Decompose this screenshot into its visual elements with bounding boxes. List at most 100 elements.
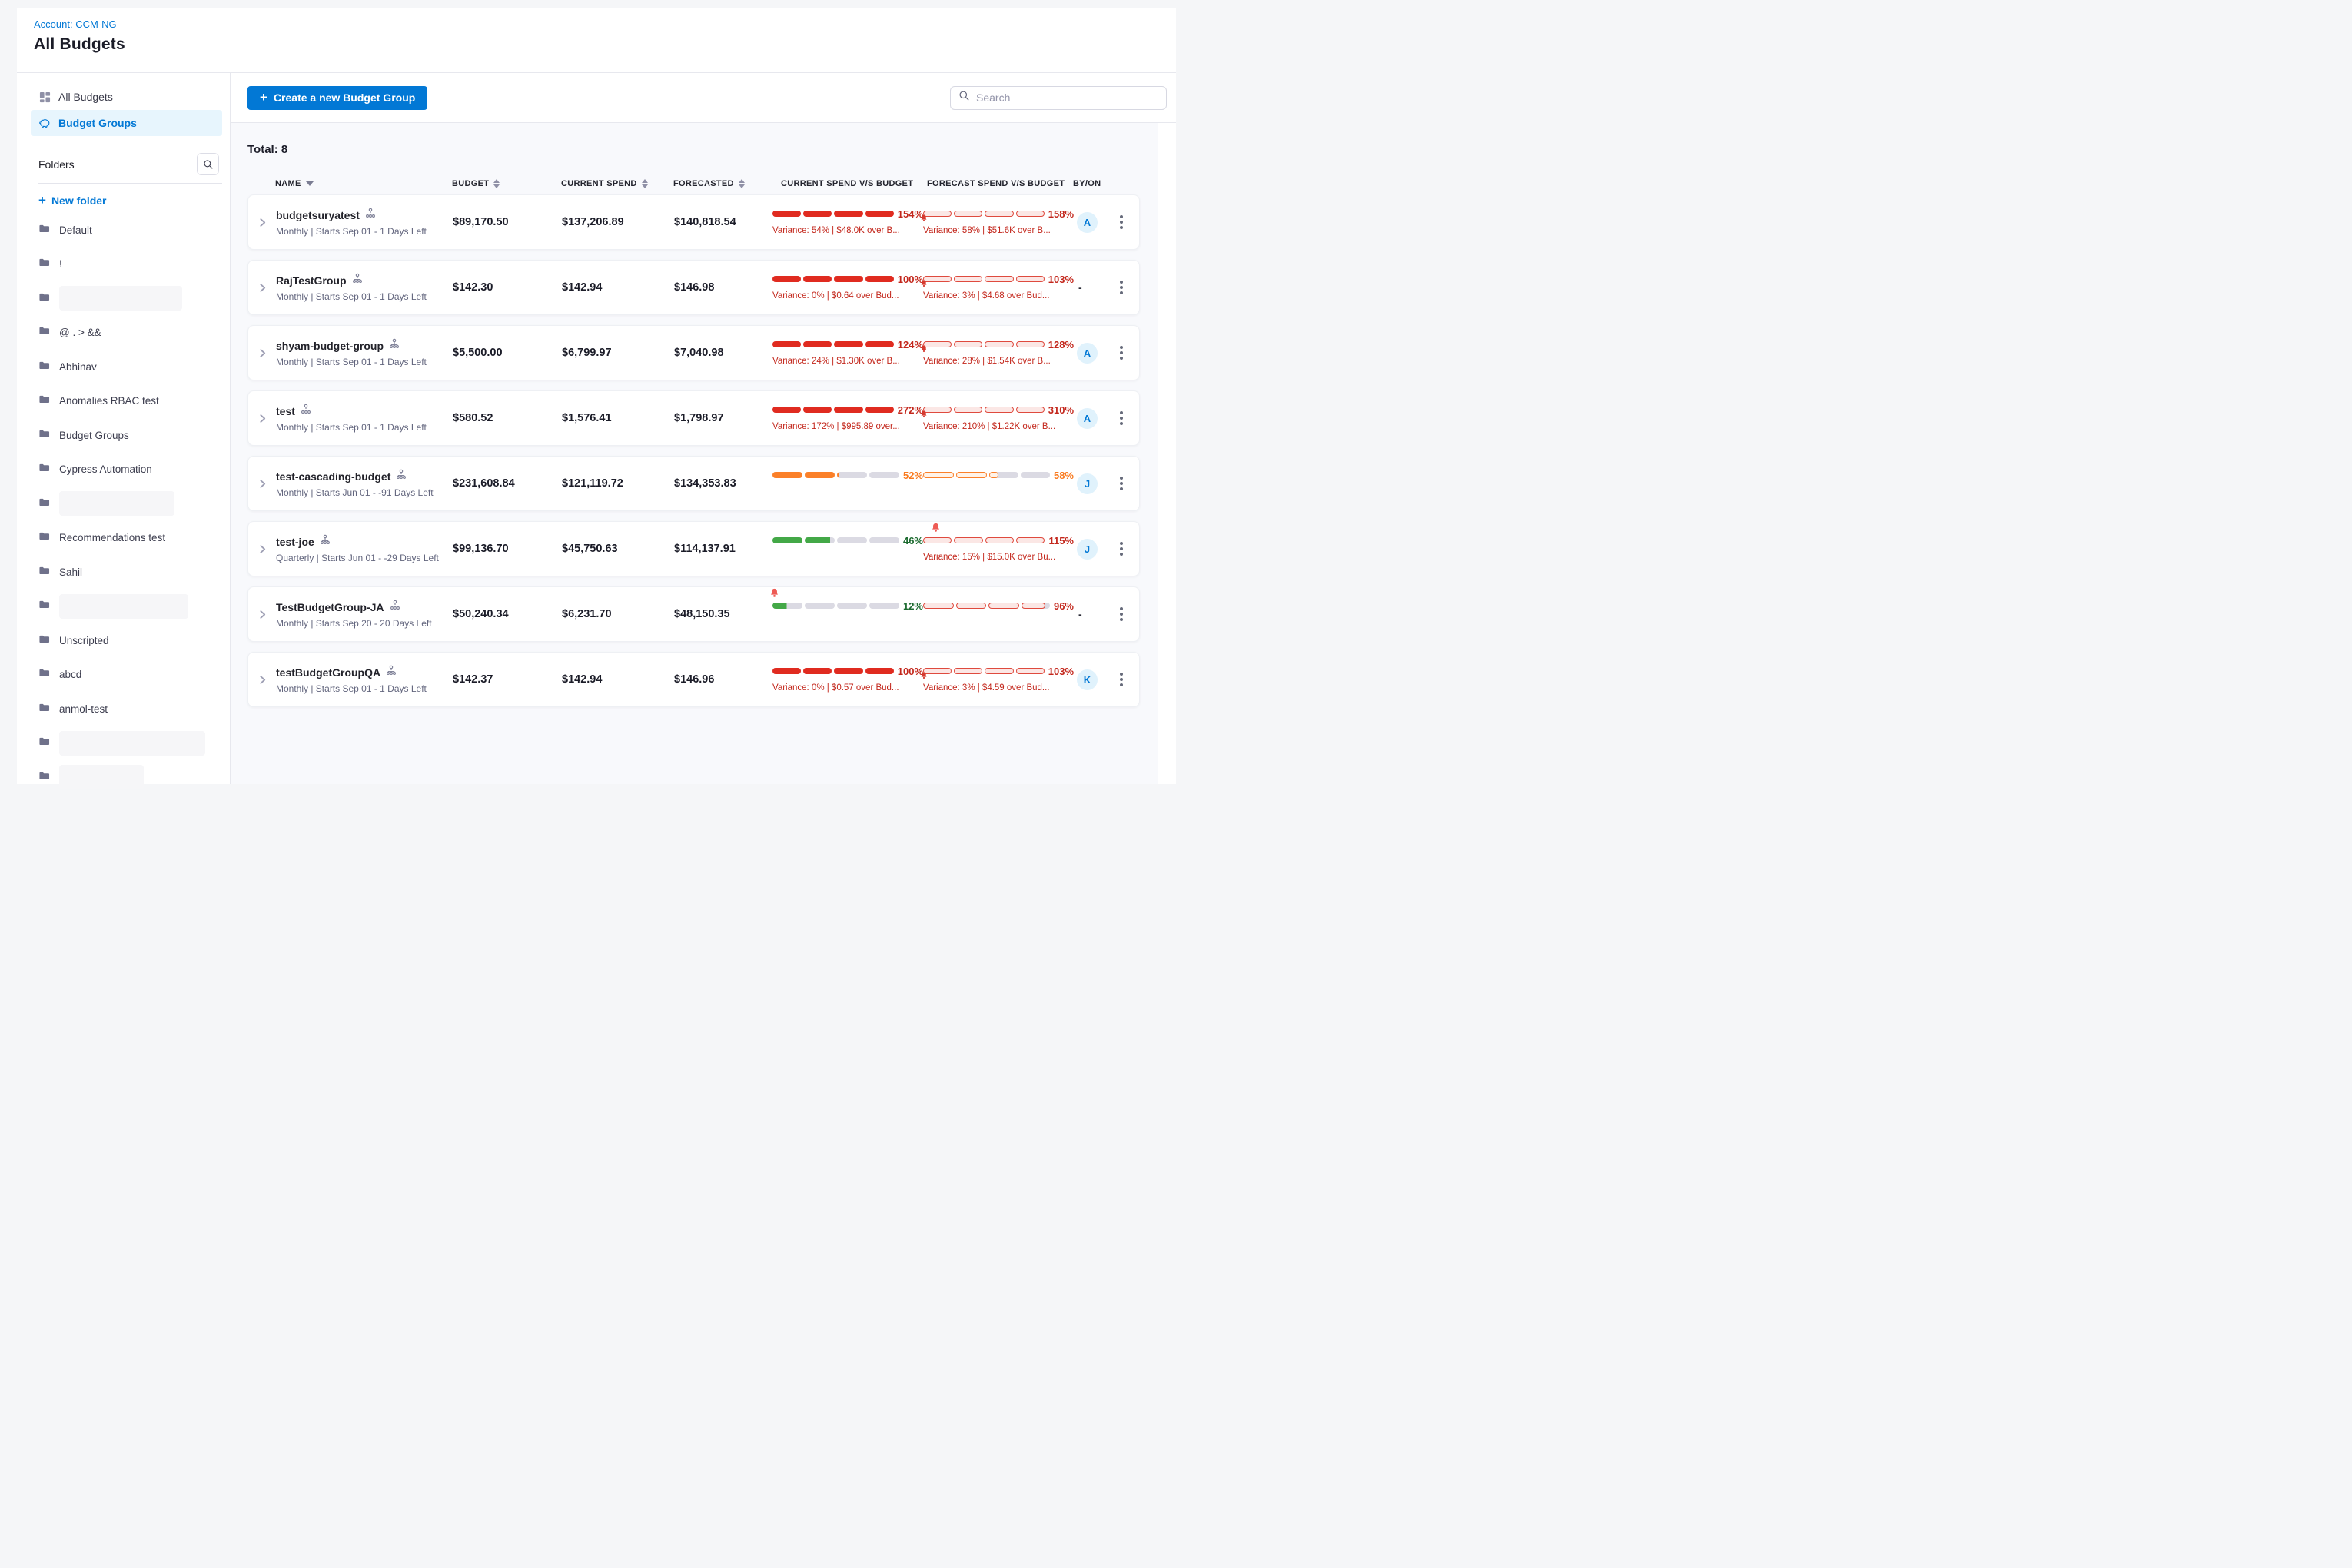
folder-item[interactable]: [31, 726, 222, 761]
alert-bell-icon: [931, 523, 941, 537]
budgets-page: Account: CCM-NG All Budgets All Budgets …: [0, 0, 1176, 784]
current-variance: Variance: 24% | $1.30K over B...: [772, 357, 923, 366]
expand-chevron-icon[interactable]: [257, 544, 276, 554]
expand-chevron-icon[interactable]: [257, 610, 276, 620]
folder-item[interactable]: abcd: [31, 658, 222, 693]
budget-period: Monthly | Starts Jun 01 - -91 Days Left: [276, 487, 453, 498]
hierarchy-icon: [389, 338, 400, 353]
sidebar-item-budget-groups[interactable]: Budget Groups: [31, 110, 222, 136]
folder-search-button[interactable]: [197, 153, 219, 175]
kebab-menu-icon[interactable]: [1115, 277, 1128, 297]
budget-group-name[interactable]: test: [276, 405, 295, 417]
column-header-name[interactable]: NAME: [275, 179, 452, 188]
avatar: J: [1077, 473, 1098, 494]
folder-name: Recommendations test: [59, 532, 165, 543]
budget-group-name[interactable]: test-joe: [276, 536, 314, 548]
table-row[interactable]: shyam-budget-group Monthly | Starts Sep …: [247, 325, 1140, 380]
alert-bell-icon: [920, 408, 928, 422]
current-vs-budget-bar: 52%: [772, 470, 923, 480]
folder-item[interactable]: anmol-test: [31, 692, 222, 726]
sort-icon: [642, 179, 648, 188]
folder-item[interactable]: Anomalies RBAC test: [31, 384, 222, 419]
sidebar-item-all-budgets[interactable]: All Budgets: [31, 84, 222, 110]
folder-item[interactable]: !: [31, 247, 222, 282]
current-spend-amount: $142.94: [562, 673, 674, 686]
by-on-dash: -: [1078, 281, 1082, 294]
folder-item[interactable]: [31, 281, 222, 316]
folder-item[interactable]: Budget Groups: [31, 418, 222, 453]
alert-bell-icon: [769, 588, 779, 602]
folder-name: anmol-test: [59, 703, 108, 715]
expand-chevron-icon[interactable]: [257, 414, 276, 424]
sort-desc-icon: [306, 181, 314, 186]
folder-item[interactable]: Cypress Automation: [31, 453, 222, 487]
new-folder-button[interactable]: + New folder: [38, 193, 222, 208]
kebab-menu-icon[interactable]: [1115, 539, 1128, 559]
folder-item[interactable]: [31, 487, 222, 521]
folder-item[interactable]: Abhinav: [31, 350, 222, 384]
folder-icon: [38, 565, 50, 580]
budget-group-name[interactable]: TestBudgetGroup-JA: [276, 601, 384, 613]
column-header-current-spend[interactable]: CURRENT SPEND: [561, 179, 673, 188]
forecast-variance: Variance: 3% | $4.59 over Bud...: [923, 683, 1074, 693]
folder-item[interactable]: Default: [31, 213, 222, 247]
budget-group-name[interactable]: RajTestGroup: [276, 274, 347, 287]
expand-chevron-icon[interactable]: [257, 218, 276, 228]
folder-item[interactable]: Sahil: [31, 555, 222, 590]
table-area: Total: 8 NAME BUDGET CURRENT SPEND FOREC…: [231, 123, 1176, 784]
kebab-menu-icon[interactable]: [1115, 343, 1128, 363]
table-row[interactable]: test Monthly | Starts Sep 01 - 1 Days Le…: [247, 390, 1140, 446]
main-panel: + Create a new Budget Group Total: 8 NAM…: [231, 73, 1176, 784]
table-row[interactable]: testBudgetGroupQA Monthly | Starts Sep 0…: [247, 652, 1140, 707]
kebab-menu-icon[interactable]: [1115, 473, 1128, 493]
budget-amount: $89,170.50: [453, 216, 562, 228]
account-breadcrumb-link[interactable]: Account: CCM-NG: [34, 18, 1176, 30]
column-header-forecasted[interactable]: FORECASTED: [673, 179, 772, 188]
table-row[interactable]: budgetsuryatest Monthly | Starts Sep 01 …: [247, 194, 1140, 250]
alert-bell-icon: [920, 212, 928, 226]
table-row[interactable]: test-joe Quarterly | Starts Jun 01 - -29…: [247, 521, 1140, 576]
budget-group-list: budgetsuryatest Monthly | Starts Sep 01 …: [247, 194, 1140, 707]
budget-amount: $50,240.34: [453, 608, 562, 620]
folder-item[interactable]: Unscripted: [31, 623, 222, 658]
kebab-menu-icon[interactable]: [1115, 669, 1128, 689]
budget-period: Quarterly | Starts Jun 01 - -29 Days Lef…: [276, 553, 453, 563]
current-vs-budget-bar: 12%: [772, 600, 923, 611]
kebab-menu-icon[interactable]: [1115, 212, 1128, 232]
by-on-cell: J: [1074, 473, 1109, 494]
kebab-menu-icon[interactable]: [1115, 408, 1128, 428]
forecast-vs-budget-bar: 96%: [923, 600, 1074, 611]
expand-chevron-icon[interactable]: [257, 348, 276, 358]
hierarchy-icon: [320, 534, 331, 549]
hierarchy-icon: [396, 469, 407, 483]
current-spend-amount: $6,799.97: [562, 347, 674, 359]
table-row[interactable]: test-cascading-budget Monthly | Starts J…: [247, 456, 1140, 511]
current-vs-budget-bar: 154%: [772, 208, 923, 219]
current-spend-amount: $142.94: [562, 281, 674, 294]
table-row[interactable]: TestBudgetGroup-JA Monthly | Starts Sep …: [247, 586, 1140, 642]
budget-group-name[interactable]: test-cascading-budget: [276, 470, 390, 483]
current-vs-budget-bar: 100%: [772, 666, 923, 676]
folder-item[interactable]: @ . > &&: [31, 316, 222, 350]
table-row[interactable]: RajTestGroup Monthly | Starts Sep 01 - 1…: [247, 260, 1140, 315]
folder-icon: [38, 394, 50, 408]
budget-group-name[interactable]: budgetsuryatest: [276, 209, 360, 221]
sidebar-item-label: All Budgets: [58, 91, 113, 103]
plus-icon: +: [38, 193, 46, 208]
expand-chevron-icon[interactable]: [257, 283, 276, 293]
column-header-budget[interactable]: BUDGET: [452, 179, 561, 188]
budget-group-name[interactable]: shyam-budget-group: [276, 340, 384, 352]
kebab-menu-icon[interactable]: [1115, 604, 1128, 624]
piggy-bank-icon: [38, 118, 51, 129]
forecast-variance: Variance: 3% | $4.68 over Bud...: [923, 291, 1074, 301]
expand-chevron-icon[interactable]: [257, 479, 276, 489]
forecasted-amount: $1,798.97: [674, 412, 772, 424]
create-budget-group-button[interactable]: + Create a new Budget Group: [247, 86, 427, 110]
current-spend-amount: $45,750.63: [562, 543, 674, 555]
budget-group-name[interactable]: testBudgetGroupQA: [276, 666, 380, 679]
folder-item[interactable]: [31, 590, 222, 624]
expand-chevron-icon[interactable]: [257, 675, 276, 685]
search-input[interactable]: [976, 91, 1158, 104]
folder-item[interactable]: [31, 760, 222, 795]
folder-item[interactable]: Recommendations test: [31, 521, 222, 556]
